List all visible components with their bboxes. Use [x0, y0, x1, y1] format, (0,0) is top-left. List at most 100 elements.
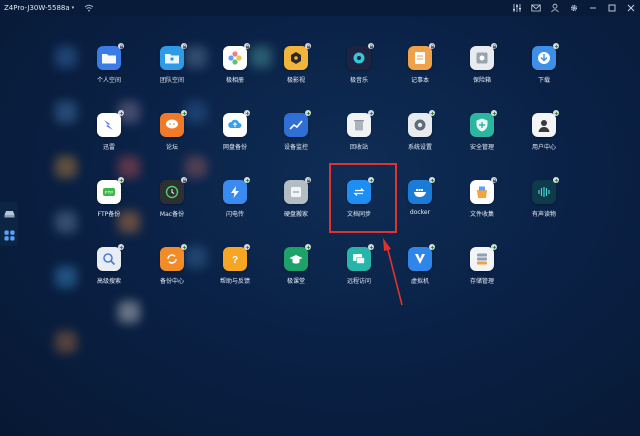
device-selector[interactable]: Z4Pro-J30W-5588a ▾	[4, 4, 74, 12]
app-ftp[interactable]: FTP FTP备份	[81, 177, 137, 238]
app-forum[interactable]: 论坛	[144, 110, 200, 171]
forum-icon	[160, 113, 184, 137]
app-label: 有声读物	[531, 211, 556, 218]
highlight-box	[329, 163, 397, 233]
app-photos[interactable]: 极相册	[207, 43, 263, 104]
sliders-icon[interactable]	[511, 2, 522, 13]
add-badge-icon	[368, 110, 374, 116]
app-label: 文件收集	[469, 211, 494, 218]
app-shield[interactable]: 安全管理	[454, 110, 510, 171]
minimize-icon[interactable]	[587, 2, 598, 13]
add-badge-icon	[181, 244, 187, 250]
app-label: 团队空间	[159, 77, 184, 84]
top-bar: Z4Pro-J30W-5588a ▾	[0, 0, 640, 16]
app-label: 存储管理	[469, 278, 494, 285]
app-audiobook[interactable]: 有声读物	[516, 177, 572, 238]
help-icon: ?	[223, 247, 247, 271]
wifi-icon	[84, 4, 94, 12]
disk-move-icon	[284, 180, 308, 204]
app-label: 极音乐	[349, 77, 368, 84]
lock-badge-icon	[491, 177, 497, 183]
svg-text:FTP: FTP	[105, 190, 114, 195]
user-icon	[532, 113, 556, 137]
add-badge-icon	[244, 244, 250, 250]
app-cloud-backup[interactable]: 网盘备份	[207, 110, 263, 171]
app-vm[interactable]: 虚拟机	[392, 244, 448, 305]
mail-icon[interactable]	[530, 2, 541, 13]
time-machine-icon	[160, 180, 184, 204]
app-storage[interactable]: 存储管理	[454, 244, 510, 305]
app-safe[interactable]: 保险箱	[454, 43, 510, 104]
app-flash-transfer[interactable]: 闪电传	[207, 177, 263, 238]
app-monitor-chart[interactable]: 设备监控	[268, 110, 324, 171]
app-label: FTP备份	[97, 211, 121, 218]
app-notepad[interactable]: 记事本	[392, 43, 448, 104]
user-icon[interactable]	[549, 2, 560, 13]
lock-badge-icon	[305, 43, 311, 49]
team-folder-icon	[160, 46, 184, 70]
lock-badge-icon	[118, 43, 124, 49]
app-label: 备份中心	[159, 278, 184, 285]
app-label: 安全管理	[469, 144, 494, 151]
app-label: 网盘备份	[222, 144, 247, 151]
add-badge-icon	[553, 110, 559, 116]
app-label: 设备监控	[283, 144, 308, 151]
remote-access-icon	[347, 247, 371, 271]
app-label: 远程访问	[346, 278, 371, 285]
app-label: 极影视	[286, 77, 305, 84]
app-docker[interactable]: docker	[392, 177, 448, 238]
cloud-backup-icon	[223, 113, 247, 137]
app-label: 论坛	[165, 144, 178, 151]
app-file-collect[interactable]: 文件收集	[454, 177, 510, 238]
app-label: 硬盘搬家	[283, 211, 308, 218]
app-label: 保险箱	[472, 77, 491, 84]
add-badge-icon	[118, 110, 124, 116]
app-classroom[interactable]: 极课堂	[268, 244, 324, 305]
ftp-icon: FTP	[97, 180, 121, 204]
add-badge-icon	[429, 110, 435, 116]
file-collect-icon	[470, 180, 494, 204]
trash-icon	[347, 113, 371, 137]
app-label: 记事本	[410, 77, 429, 84]
gear-icon[interactable]	[568, 2, 579, 13]
settings-icon	[408, 113, 432, 137]
monitor-chart-icon	[284, 113, 308, 137]
notepad-icon	[408, 46, 432, 70]
side-dock	[0, 202, 18, 246]
photos-icon	[223, 46, 247, 70]
lock-badge-icon	[368, 43, 374, 49]
add-badge-icon	[244, 110, 250, 116]
app-search[interactable]: 高级搜索	[81, 244, 137, 305]
app-backup-center[interactable]: 备份中心	[144, 244, 200, 305]
lock-badge-icon	[491, 43, 497, 49]
app-folder[interactable]: 个人空间	[81, 43, 137, 104]
folder-icon	[97, 46, 121, 70]
disk-icon[interactable]	[4, 208, 15, 219]
lock-badge-icon	[181, 43, 187, 49]
close-icon[interactable]	[625, 2, 636, 13]
app-team-folder[interactable]: 团队空间	[144, 43, 200, 104]
maximize-icon[interactable]	[606, 2, 617, 13]
app-film[interactable]: 极影视	[268, 43, 324, 104]
add-badge-icon	[429, 177, 435, 183]
app-grid-icon[interactable]	[4, 230, 15, 241]
add-badge-icon	[491, 110, 497, 116]
app-thunder[interactable]: 迅雷	[81, 110, 137, 171]
app-label: 极相册	[225, 77, 244, 84]
app-disk-move[interactable]: 硬盘搬家	[268, 177, 324, 238]
storage-icon	[470, 247, 494, 271]
app-label: 个人空间	[96, 77, 121, 84]
add-badge-icon	[553, 43, 559, 49]
app-label: 虚拟机	[410, 278, 429, 285]
app-time-machine[interactable]: Mac备份	[144, 177, 200, 238]
app-label: Mac备份	[159, 211, 185, 218]
app-settings[interactable]: 系统设置	[392, 110, 448, 171]
app-remote-access[interactable]: 远程访问	[331, 244, 387, 305]
app-label: 用户中心	[531, 144, 556, 151]
app-download[interactable]: 下载	[516, 43, 572, 104]
app-help[interactable]: ? 帮助与反馈	[207, 244, 263, 305]
app-music[interactable]: 极音乐	[331, 43, 387, 104]
add-badge-icon	[118, 177, 124, 183]
app-user[interactable]: 用户中心	[516, 110, 572, 171]
thunder-icon	[97, 113, 121, 137]
